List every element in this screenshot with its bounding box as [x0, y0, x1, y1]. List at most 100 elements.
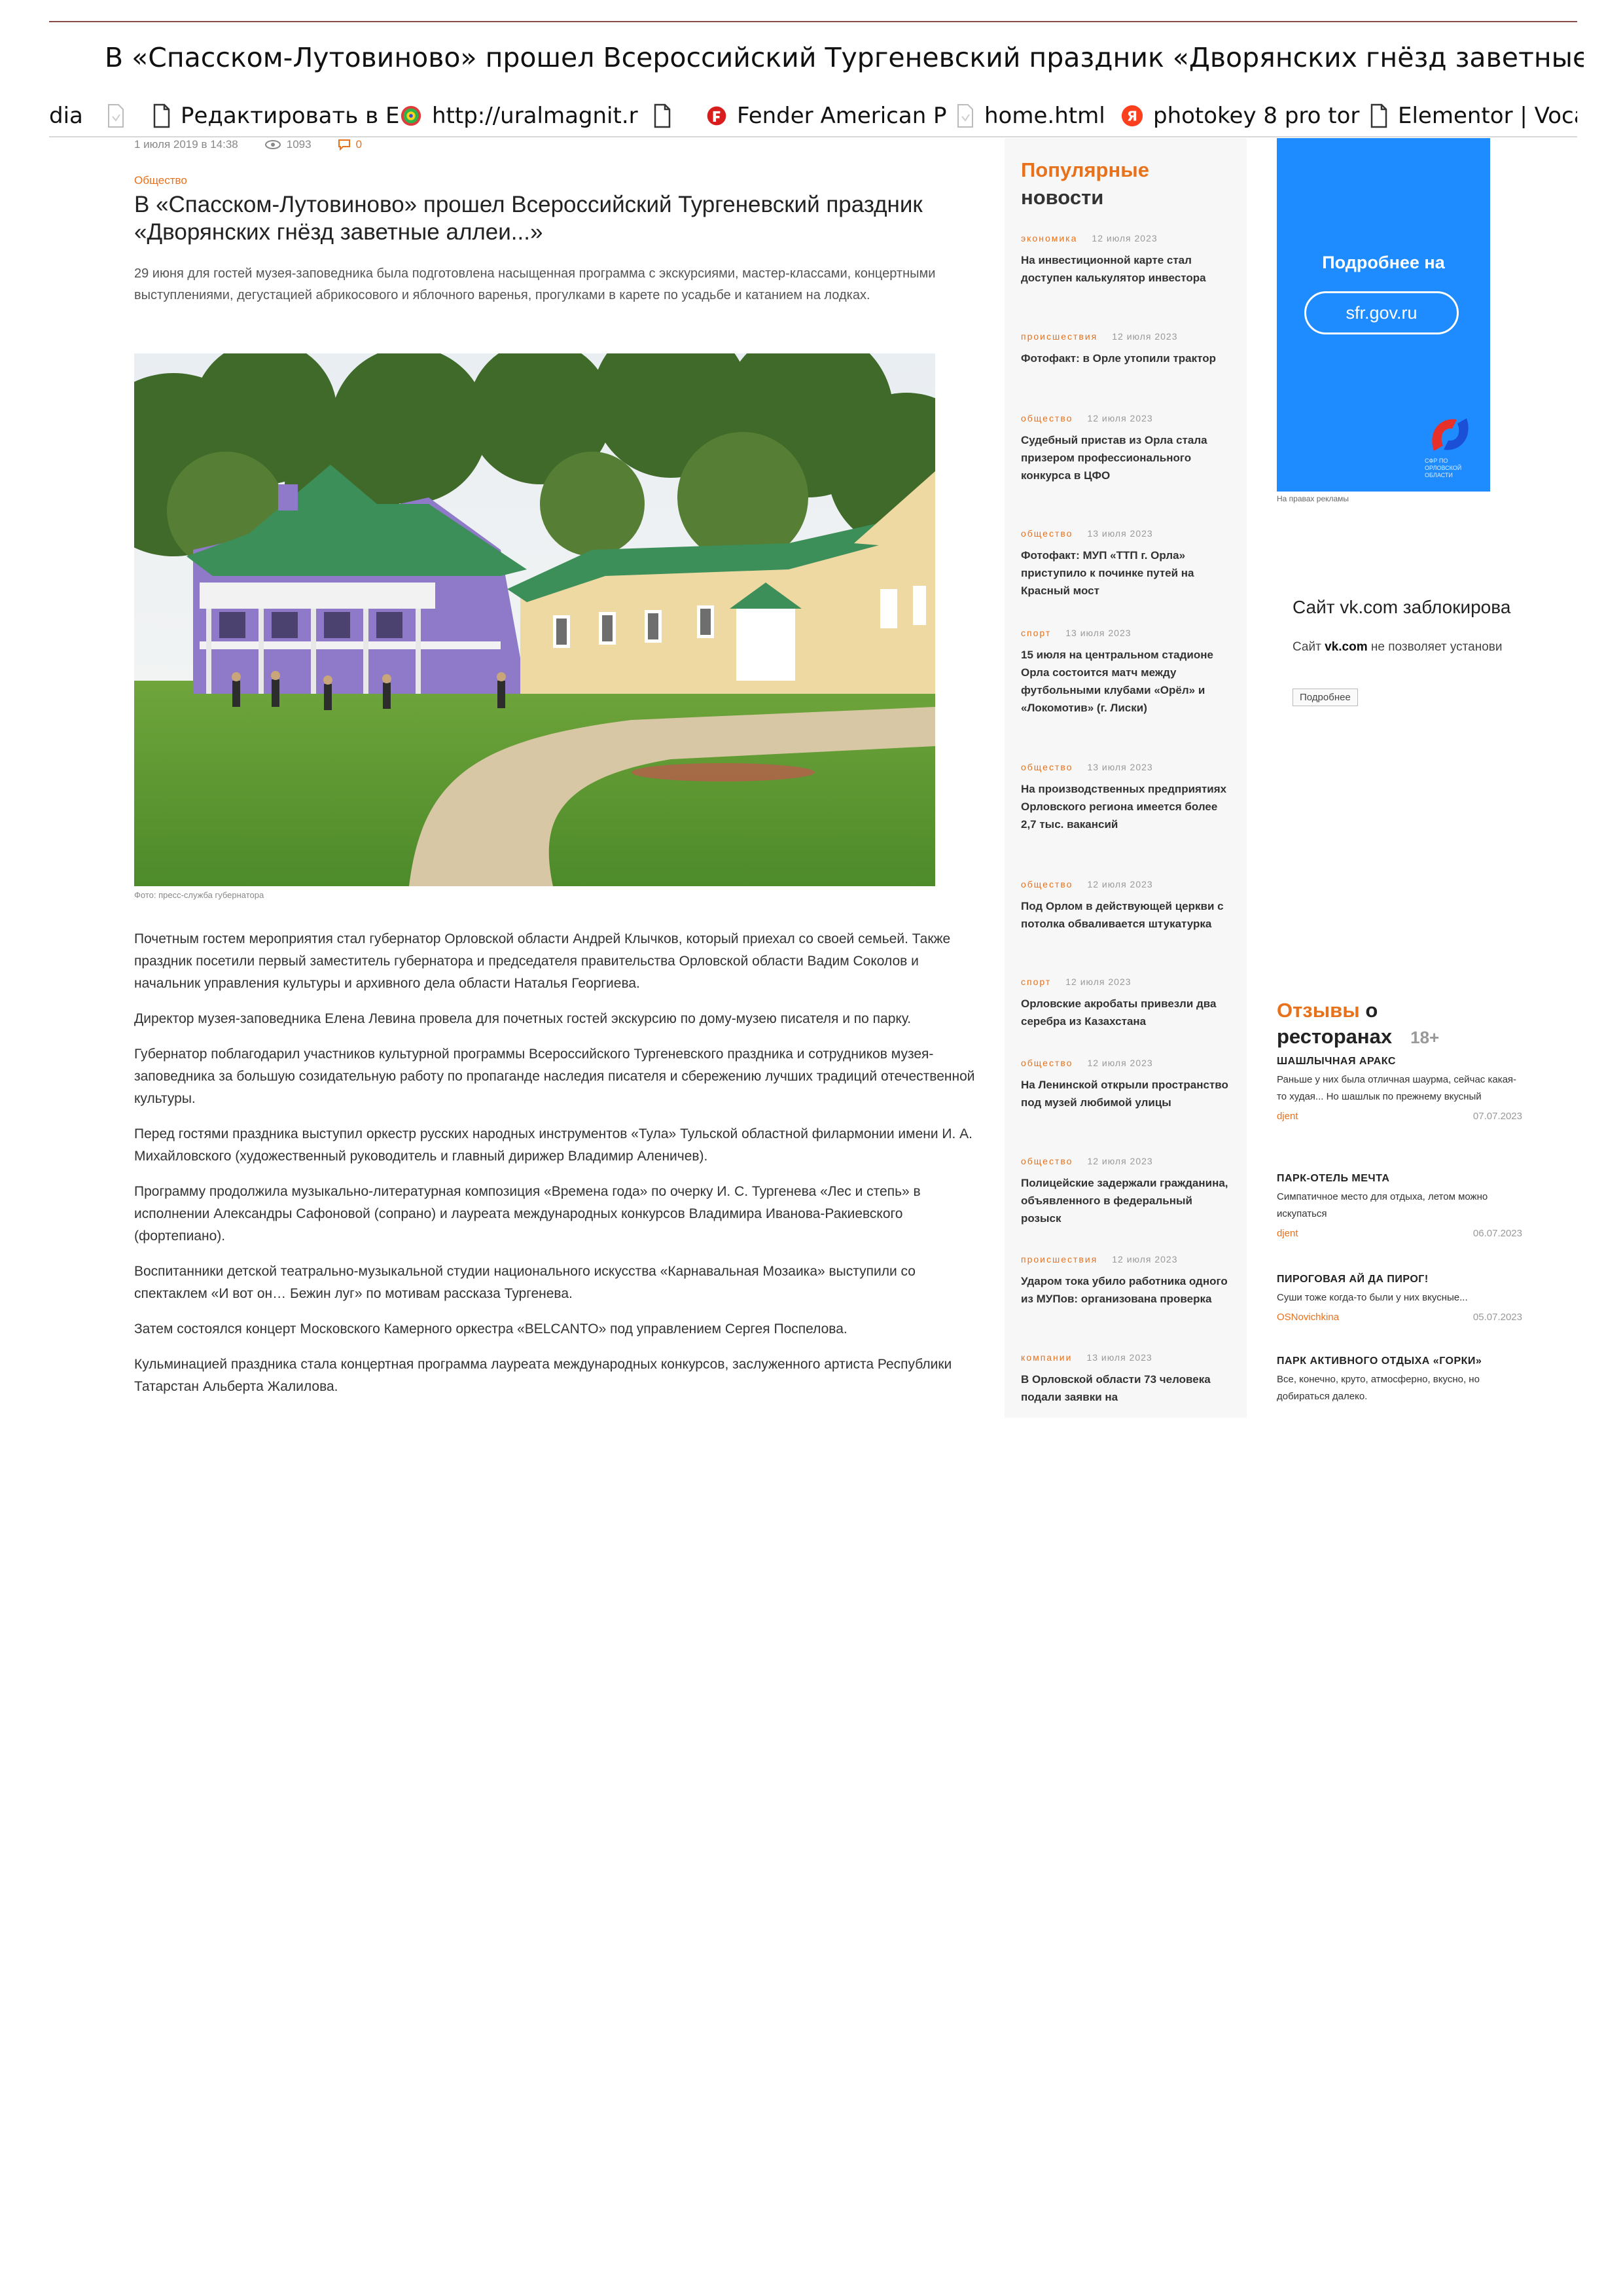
news-tag[interactable]: происшествия [1021, 331, 1097, 342]
popular-heading: Популярные новости [1021, 156, 1149, 211]
article-title: В «Спасском-Лутовиново» прошел Всероссий… [134, 192, 923, 245]
review-item[interactable]: ПАРК АКТИВНОГО ОТДЫХА «ГОРКИ» Все, конеч… [1277, 1355, 1522, 1405]
article-photo [134, 353, 935, 886]
news-title[interactable]: Под Орлом в действующей церкви с потолка… [1021, 897, 1230, 933]
bookmark-label: photokey 8 pro tor [1153, 103, 1360, 129]
review-venue[interactable]: ПАРК-ОТЕЛЬ МЕЧТА [1277, 1173, 1522, 1185]
article-paragraph: Воспитанники детской театрально-музыкаль… [134, 1264, 916, 1301]
ad-logo-caption: СФР ПО ОРЛОВСКОЙ ОБЛАСТИ [1425, 457, 1462, 478]
review-item[interactable]: ПИРОГОВАЯ АЙ ДА ПИРОГ! Суши тоже когда-т… [1277, 1274, 1522, 1323]
views-counter: 1093 [264, 138, 312, 151]
news-item[interactable]: общество 12 июля 2023 На Ленинской открыли… [1021, 1058, 1230, 1111]
article-paragraph: Кульминацией праздника стала концертная … [134, 1357, 952, 1394]
article-paragraph: Почетным гостем мероприятия стал губерна… [134, 931, 951, 991]
news-title[interactable]: В Орловской области 73 человека подали з… [1021, 1371, 1230, 1406]
page-icon [1370, 103, 1387, 128]
review-author[interactable]: djent [1277, 1111, 1298, 1122]
news-item[interactable]: экономика 12 июля 2023 На инвестиционной к… [1021, 233, 1230, 287]
news-title[interactable]: Орловские акробаты привезли два серебра … [1021, 995, 1230, 1030]
vk-text-prefix: Сайт [1293, 640, 1325, 654]
bookmark-4[interactable] [652, 98, 681, 134]
review-item[interactable]: ПАРК-ОТЕЛЬ МЕЧТА Симпатичное место для о… [1277, 1173, 1522, 1239]
review-venue[interactable]: ПАРК АКТИВНОГО ОТДЫХА «ГОРКИ» [1277, 1355, 1522, 1367]
news-title[interactable]: Фотофакт: в Орле утопили трактор [1021, 350, 1230, 367]
bookmarks-bar: dia Редактировать в E http://uralmagnit.… [49, 98, 1577, 134]
news-item[interactable]: происшествия 12 июля 2023 Фотофакт: в Орле… [1021, 331, 1230, 367]
news-tag[interactable]: спорт [1021, 977, 1051, 987]
news-tag[interactable]: общество [1021, 762, 1073, 772]
news-item[interactable]: общество 12 июля 2023 Под Орлом в действую… [1021, 879, 1230, 933]
news-item[interactable]: общество 13 июля 2023 На производственных … [1021, 762, 1230, 833]
vk-details-button[interactable]: Подробнее [1293, 689, 1358, 706]
svg-text:Я: Я [1127, 109, 1137, 124]
news-tag[interactable]: компании [1021, 1352, 1072, 1363]
news-title[interactable]: Ударом тока убило работника одного из МУ… [1021, 1272, 1230, 1308]
review-venue[interactable]: ШАШЛЫЧНАЯ АРАКС [1277, 1056, 1522, 1067]
news-tag[interactable]: общество [1021, 879, 1073, 889]
reviews-heading-accent[interactable]: Отзывы [1277, 999, 1360, 1022]
news-title[interactable]: На инвестиционной карте стал доступен ка… [1021, 251, 1230, 287]
news-item[interactable]: компании 13 июля 2023 В Орловской области … [1021, 1352, 1230, 1408]
news-item[interactable]: общество 12 июля 2023 Судебный пристав из … [1021, 413, 1230, 484]
vk-blocked-text: Сайт vk.com не позволяет установи [1293, 640, 1518, 655]
article-paragraph: Губернатор поблагодарил участников культ… [134, 1047, 975, 1106]
news-tag[interactable]: общество [1021, 1058, 1073, 1068]
news-title[interactable]: Фотофакт: МУП «ТТП г. Орла» приступило к… [1021, 547, 1230, 600]
bookmark-7[interactable]: Я photokey 8 pro tor [1120, 98, 1359, 134]
window-top-border [49, 21, 1577, 22]
news-tag[interactable]: экономика [1021, 233, 1077, 243]
news-tag[interactable]: спорт [1021, 628, 1051, 638]
bookmark-label: dia [49, 103, 83, 129]
news-tag[interactable]: общество [1021, 1156, 1073, 1166]
news-item[interactable]: общество 12 июля 2023 Полицейские задержал… [1021, 1156, 1230, 1227]
age-rating-badge: 18+ [1410, 1028, 1440, 1047]
review-venue[interactable]: ПИРОГОВАЯ АЙ ДА ПИРОГ! [1277, 1274, 1522, 1285]
globe-icon [401, 105, 421, 126]
vk-text-suffix: не позволяет установи [1367, 640, 1503, 654]
ad-disclaimer: На правах рекламы [1277, 494, 1349, 503]
review-text: Суши тоже когда-то были у них вкусные... [1277, 1292, 1468, 1303]
comments-count: 0 [355, 138, 363, 151]
news-title[interactable]: 15 июля на центральном стадионе Орла сос… [1021, 646, 1230, 717]
review-item[interactable]: ШАШЛЫЧНАЯ АРАКС Раньше у них была отличн… [1277, 1056, 1522, 1122]
news-date: 13 июля 2023 [1065, 628, 1132, 638]
bookmark-5[interactable]: Fender American P [705, 98, 947, 134]
ad-link-button[interactable]: sfr.gov.ru [1304, 291, 1459, 334]
news-tag[interactable]: общество [1021, 413, 1073, 423]
news-item[interactable]: происшествия 12 июля 2023 Ударом тока убил… [1021, 1254, 1230, 1308]
bookmark-2[interactable]: Редактировать в E [152, 98, 399, 134]
review-author[interactable]: djent [1277, 1228, 1298, 1239]
news-date: 12 июля 2023 [1087, 413, 1153, 423]
bookmark-6[interactable]: home.html [955, 98, 1105, 134]
reviews-heading: Отзывы о ресторанах 18+ [1277, 997, 1539, 1050]
bookmark-label: home.html [984, 103, 1105, 129]
news-date: 12 июля 2023 [1112, 331, 1178, 342]
page-icon [654, 103, 671, 128]
article-paragraph: Программу продолжила музыкально-литерату… [134, 1184, 921, 1244]
page-icon [153, 103, 170, 128]
sfr-ad-banner[interactable]: Подробнее на sfr.gov.ru СФР ПО ОРЛОВСКОЙ… [1277, 138, 1490, 492]
article-category[interactable]: Общество [134, 174, 187, 187]
news-item[interactable]: спорт 12 июля 2023 Орловские акробаты прив… [1021, 977, 1230, 1030]
bookmark-8[interactable]: Elementor | Voca [1369, 98, 1577, 134]
comments-counter[interactable]: 0 [338, 138, 362, 151]
bookmark-3[interactable]: http://uralmagnit.r [399, 98, 638, 134]
news-title[interactable]: На производственных предприятиях Орловск… [1021, 780, 1230, 833]
news-date: 12 июля 2023 [1087, 1058, 1153, 1068]
news-tag[interactable]: общество [1021, 528, 1073, 539]
news-title[interactable]: Полицейские задержали гражданина, объявл… [1021, 1174, 1230, 1227]
bookmarks-divider [49, 136, 1577, 137]
news-title[interactable]: Судебный пристав из Орла стала призером … [1021, 431, 1230, 484]
bookmark-1[interactable] [106, 98, 135, 134]
news-item[interactable]: общество 13 июля 2023 Фотофакт: МУП «ТТП г… [1021, 528, 1230, 600]
news-title[interactable]: На Ленинской открыли пространство под му… [1021, 1076, 1230, 1111]
bookmark-0[interactable]: dia [49, 98, 83, 134]
article-date: 1 июля 2019 в 14:38 [134, 138, 238, 151]
news-date: 12 июля 2023 [1112, 1254, 1178, 1265]
news-date: 12 июля 2023 [1092, 233, 1158, 243]
news-item[interactable]: спорт 13 июля 2023 15 июля на центральном … [1021, 628, 1230, 717]
news-tag[interactable]: происшествия [1021, 1254, 1097, 1265]
review-author[interactable]: OSNovichkina [1277, 1312, 1339, 1323]
popular-heading-1: Популярные [1021, 158, 1149, 181]
bookmark-label: Fender American P [737, 103, 947, 129]
